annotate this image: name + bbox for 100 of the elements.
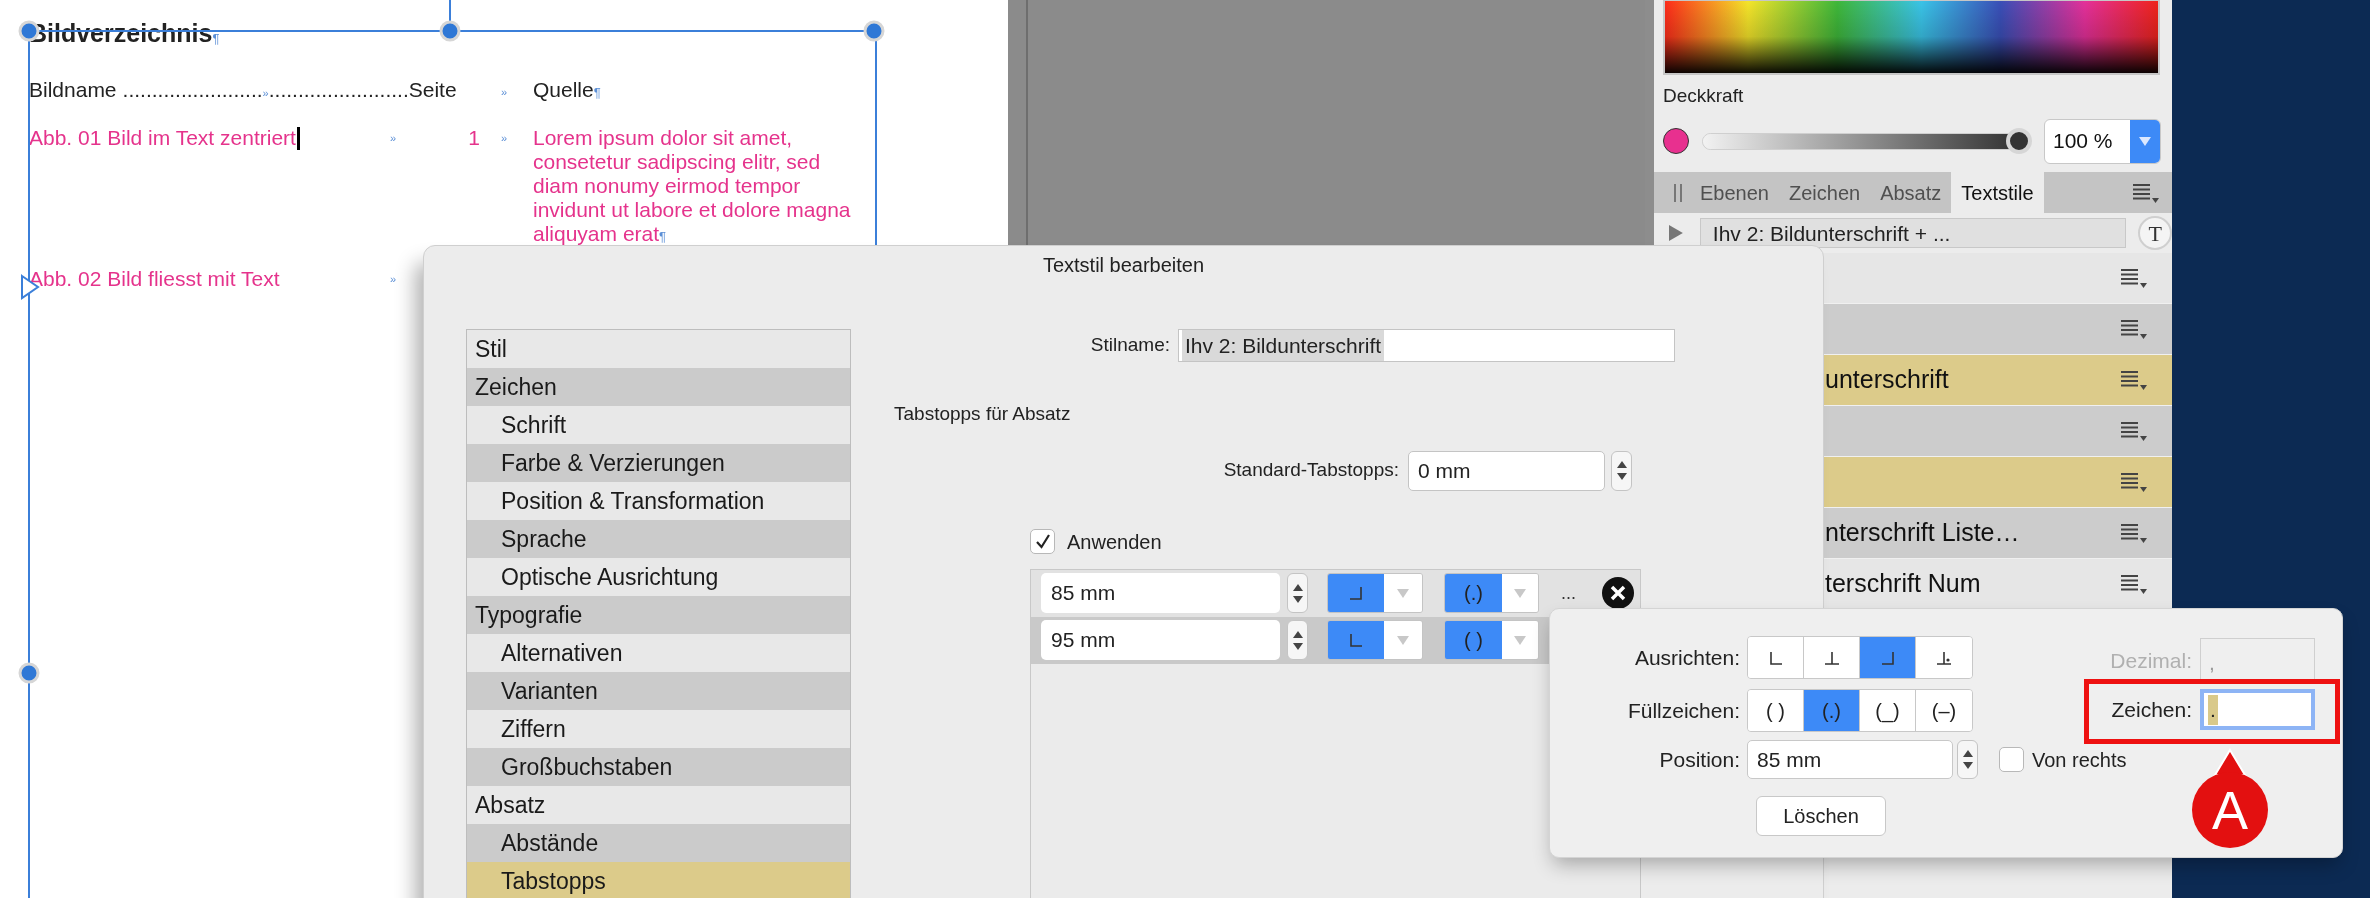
stepper[interactable] (1611, 450, 1632, 491)
decrement-arrow-icon[interactable] (1616, 473, 1627, 480)
category-item[interactable]: Abstände (467, 824, 850, 862)
decrement-arrow-icon[interactable] (1292, 595, 1303, 603)
tab-position-field[interactable]: 95 mm (1041, 620, 1280, 660)
tab-mark: » (501, 84, 508, 100)
opacity-slider[interactable] (1702, 127, 2032, 155)
delete-button[interactable]: Löschen (1756, 796, 1886, 836)
color-swatch[interactable] (1663, 128, 1689, 154)
category-item[interactable]: Stil (467, 330, 850, 368)
category-item[interactable]: Optische Ausrichtung (467, 558, 850, 596)
leader-option[interactable]: ( ) (1748, 690, 1804, 731)
default-tabs-field[interactable]: 0 mm (1408, 450, 1605, 491)
alignment-dropdown[interactable] (1327, 573, 1423, 613)
opacity-label: Deckkraft (1663, 84, 1745, 108)
category-item[interactable]: Tabstopps (467, 862, 850, 898)
panel-tab[interactable]: Textstile (1951, 172, 2044, 213)
leader-option[interactable]: (.) (1804, 690, 1860, 731)
slider-thumb[interactable] (2006, 128, 2032, 154)
menu-icon[interactable] (2120, 318, 2148, 340)
category-item[interactable]: Großbuchstaben (467, 748, 850, 786)
category-item[interactable]: Absatz (467, 786, 850, 824)
position-field[interactable]: 85 mm (1747, 740, 1953, 779)
field-label: Zeichen: (2110, 696, 2193, 723)
drag-handle-icon[interactable] (1672, 182, 1684, 203)
leader-option[interactable]: (_) (1860, 690, 1916, 731)
category-item[interactable]: Varianten (467, 672, 850, 710)
field-label: Stilname: (1089, 333, 1171, 358)
category-item[interactable]: Zeichen (467, 368, 850, 406)
color-spectrum[interactable] (1663, 0, 2160, 76)
caret-icon (1514, 588, 1526, 598)
align-option[interactable] (1916, 637, 1972, 678)
checkbox[interactable] (1999, 747, 2024, 772)
leader-dropdown[interactable]: (.) (1444, 573, 1539, 613)
category-item[interactable]: Alternativen (467, 634, 850, 672)
close-icon[interactable] (1602, 577, 1634, 609)
column-heading: Bildname (29, 78, 117, 102)
stepper[interactable] (1287, 620, 1308, 660)
opacity-field[interactable]: 100 % (2044, 118, 2161, 164)
checkbox-label: Anwenden (1067, 529, 1162, 555)
field-label: Dezimal: (2109, 647, 2193, 674)
style-name: unterschrift (1825, 364, 1949, 396)
category-item[interactable]: Typografie (467, 596, 850, 634)
menu-icon[interactable] (2132, 181, 2160, 204)
tab-mark: » (262, 86, 269, 101)
category-item[interactable]: Ziffern (467, 710, 850, 748)
field-label: Position: (1658, 746, 1741, 773)
stepper[interactable] (1957, 740, 1978, 779)
panel-tab[interactable]: Absatz (1870, 172, 1952, 213)
checkmark-icon (1033, 532, 1052, 551)
column-heading: Seite (408, 78, 457, 102)
leader-dots: ........................ (122, 78, 263, 102)
field-label: Füllzeichen: (1626, 697, 1741, 724)
field-label: Standard-Tabstopps: (1222, 458, 1400, 483)
section-title: Tabstopps für Absatz (894, 402, 1072, 426)
source-text: Lorem ipsum dolor sit amet, consetetur sadipscing elitr, sed diam nonumy eirmod tempor invidunt ut labore et dolore magna aliquyam erat¶ (533, 126, 851, 247)
leader-option[interactable]: (–) (1916, 690, 1972, 731)
increment-arrow-icon[interactable] (1616, 461, 1627, 468)
panel-tab[interactable]: Zeichen (1778, 172, 1871, 213)
field-label: Ausrichten: (1633, 644, 1741, 671)
checkbox-label: Von rechts (2032, 747, 2127, 773)
decrement-arrow-icon[interactable] (1292, 642, 1303, 650)
text-style-button[interactable]: T (2138, 216, 2172, 250)
expand-arrow-icon[interactable] (1668, 224, 1684, 242)
category-item[interactable]: Sprache (467, 520, 850, 558)
style-selector[interactable]: Ihv 2: Bildunterschrift + ... (1699, 218, 2127, 248)
menu-icon[interactable] (2120, 420, 2148, 442)
decrement-arrow-icon[interactable] (1962, 762, 1973, 769)
tab-mark: » (390, 272, 397, 287)
page-number: 1 (468, 126, 480, 150)
caret-icon (1397, 588, 1409, 598)
style-name-field[interactable]: Ihv 2: Bildunterschrift (1178, 329, 1675, 362)
category-item[interactable]: Position & Transformation (467, 482, 850, 520)
more-button[interactable]: ... (1561, 579, 1576, 607)
alignment-dropdown[interactable] (1327, 620, 1423, 660)
stepper[interactable] (1287, 573, 1308, 613)
align-option[interactable] (1804, 637, 1860, 678)
increment-arrow-icon[interactable] (1292, 630, 1303, 638)
menu-icon[interactable] (2120, 369, 2148, 391)
caret-icon (1514, 635, 1526, 645)
panel-tab[interactable]: Ebenen (1690, 172, 1779, 213)
menu-icon[interactable] (2120, 471, 2148, 493)
character-field[interactable]: . (2200, 689, 2315, 730)
category-item[interactable]: Schrift (467, 406, 850, 444)
menu-icon[interactable] (2120, 573, 2148, 595)
tab-mark: » (501, 131, 508, 146)
tab-position-field[interactable]: 85 mm (1041, 573, 1280, 613)
entry-title: Abb. 02 Bild fliesst mit Text (29, 267, 280, 291)
increment-arrow-icon[interactable] (1292, 583, 1303, 591)
menu-icon[interactable] (2120, 267, 2148, 289)
leader-dropdown[interactable]: ( ) (1444, 620, 1539, 660)
checkbox[interactable] (1030, 529, 1055, 554)
paragraph-mark: ¶ (212, 30, 220, 48)
caret-icon (1397, 635, 1409, 645)
caret-icon (2139, 136, 2151, 146)
increment-arrow-icon[interactable] (1962, 750, 1973, 757)
leader-dots: ........................ (268, 78, 409, 102)
entry-title: Abb. 01 Bild im Text zentriert (29, 126, 296, 150)
menu-icon[interactable] (2120, 522, 2148, 544)
category-item[interactable]: Farbe & Verzierungen (467, 444, 850, 482)
